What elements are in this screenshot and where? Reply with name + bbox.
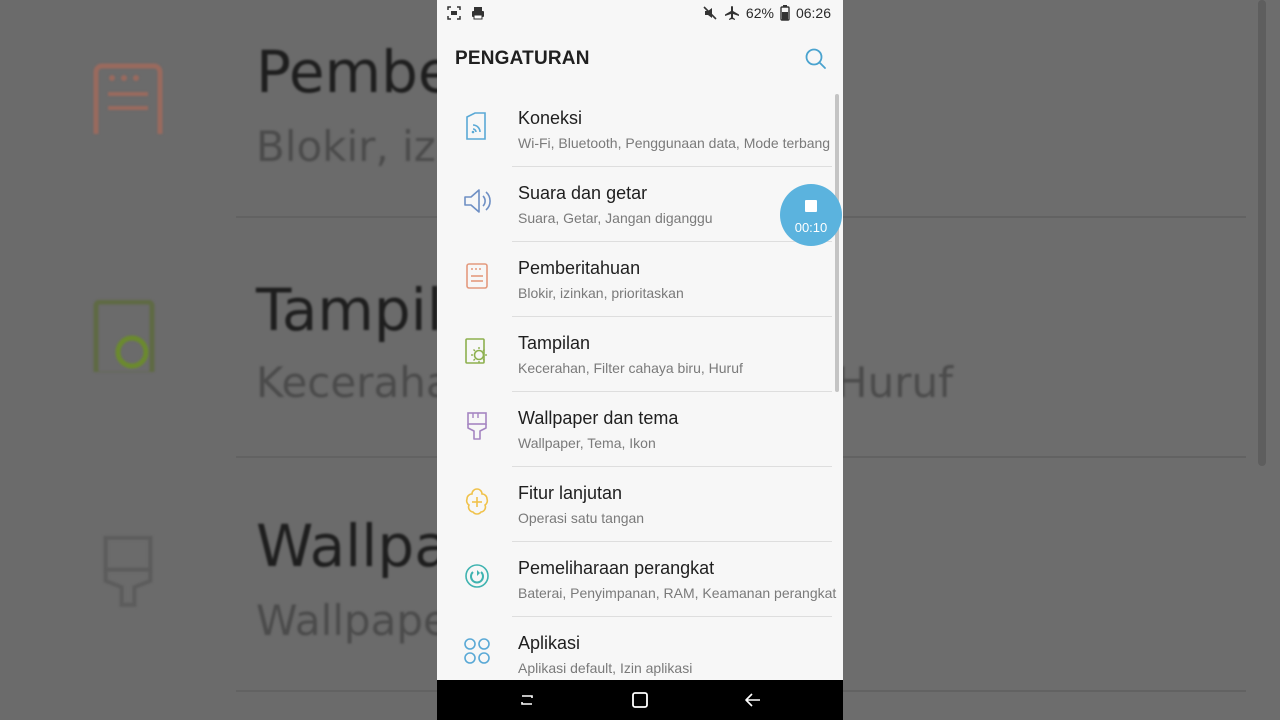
setting-item-koneksi[interactable]: Koneksi Wi-Fi, Bluetooth, Penggunaan dat… (437, 92, 843, 167)
setting-subtitle: Suara, Getar, Jangan diganggu (518, 210, 713, 226)
screenshot-icon (447, 6, 461, 20)
setting-subtitle: Aplikasi default, Izin aplikasi (518, 660, 693, 676)
notification-icon (93, 63, 163, 134)
setting-title: Wallpaper dan tema (518, 408, 679, 428)
battery-icon (780, 5, 790, 21)
display-icon (93, 300, 155, 372)
scrollbar[interactable] (835, 94, 839, 392)
settings-list: Koneksi Wi-Fi, Bluetooth, Penggunaan dat… (437, 92, 843, 692)
battery-percentage: 62% (745, 5, 774, 21)
brush-icon (103, 536, 153, 607)
notification-icon (466, 263, 488, 289)
speaker-icon (464, 189, 491, 213)
setting-title: Fitur lanjutan (518, 483, 623, 503)
background-subtitle-3: Wallpaper (256, 596, 467, 645)
setting-title: Tampilan (518, 333, 591, 353)
connection-icon (466, 112, 486, 140)
status-bar: 62% 06:26 (437, 0, 843, 28)
setting-item-fitur-lanjutan[interactable]: Fitur lanjutan Operasi satu tangan (437, 467, 843, 542)
clock: 06:26 (795, 5, 831, 21)
setting-title: Koneksi (518, 108, 583, 128)
navigation-bar (437, 680, 843, 720)
background-subtitle-right: Huruf (836, 358, 953, 407)
app-bar: PENGATURAN (437, 40, 843, 80)
home-icon[interactable] (628, 688, 652, 712)
search-icon[interactable] (803, 46, 829, 72)
recent-apps-icon[interactable] (515, 688, 539, 712)
airplane-icon (724, 6, 739, 20)
setting-title: Aplikasi (518, 633, 581, 653)
setting-item-wallpaper[interactable]: Wallpaper dan tema Wallpaper, Tema, Ikon (437, 392, 843, 467)
status-bar-right: 62% 06:26 (702, 5, 831, 21)
setting-item-tampilan[interactable]: Tampilan Kecerahan, Filter cahaya biru, … (437, 317, 843, 392)
setting-subtitle: Kecerahan, Filter cahaya biru, Huruf (518, 360, 743, 376)
setting-title: Pemeliharaan perangkat (518, 558, 715, 578)
page-title: PENGATURAN (455, 48, 590, 69)
apps-icon (464, 638, 490, 664)
display-icon (465, 338, 487, 364)
advanced-features-icon (465, 488, 489, 515)
background-scrollbar (1258, 0, 1266, 466)
setting-subtitle: Wallpaper, Tema, Ikon (518, 435, 656, 451)
setting-item-pemberitahuan[interactable]: Pemberitahuan Blokir, izinkan, prioritas… (437, 242, 843, 317)
back-icon[interactable] (741, 688, 765, 712)
phone-screen: 62% 06:26 PENGATURAN Koneksi Wi-Fi, Blue… (437, 0, 843, 720)
mute-icon (703, 6, 717, 20)
setting-item-pemeliharaan[interactable]: Pemeliharaan perangkat Baterai, Penyimpa… (437, 542, 843, 617)
recording-timer: 00:10 (794, 220, 828, 235)
brush-icon (467, 412, 487, 440)
printer-icon (472, 7, 484, 20)
setting-title: Suara dan getar (518, 183, 648, 203)
setting-subtitle: Wi-Fi, Bluetooth, Penggunaan data, Mode … (518, 135, 831, 151)
stop-icon (805, 200, 817, 212)
setting-subtitle: Baterai, Penyimpanan, RAM, Keamanan pera… (518, 585, 837, 601)
setting-subtitle: Blokir, izinkan, prioritaskan (518, 285, 684, 301)
setting-title: Pemberitahuan (518, 258, 641, 278)
screen-recorder-button[interactable]: 00:10 (780, 184, 842, 246)
status-bar-left (447, 6, 485, 20)
device-care-icon (465, 564, 489, 588)
setting-subtitle: Operasi satu tangan (518, 510, 645, 526)
